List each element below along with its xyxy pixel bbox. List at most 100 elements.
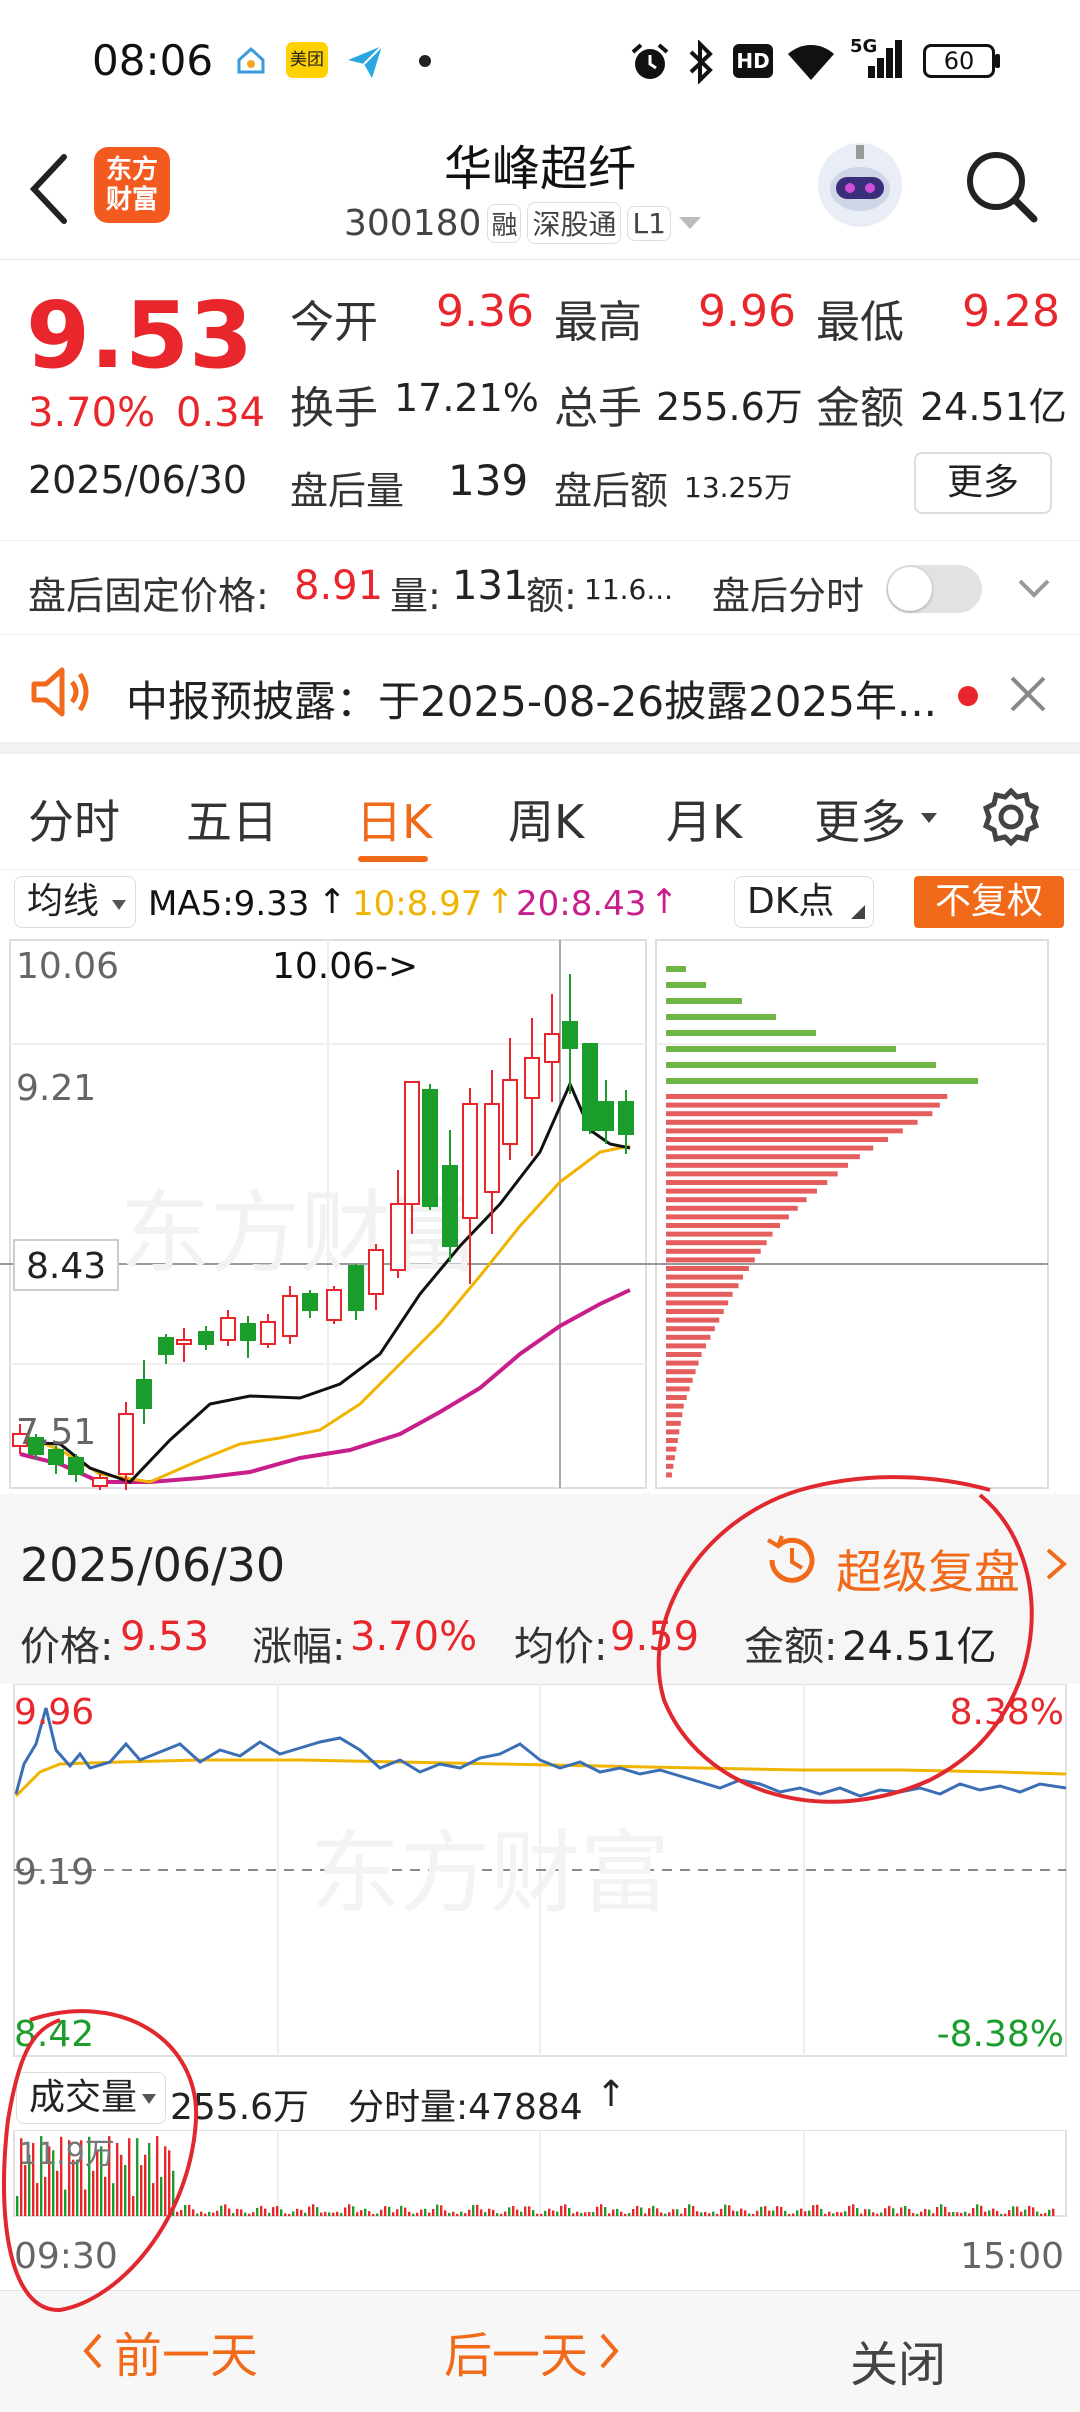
- volume-bar: [408, 2211, 411, 2216]
- volume-bar: [780, 2206, 783, 2216]
- ma-selector-label: 均线: [27, 881, 100, 922]
- up-arrow-icon: ↑: [596, 2074, 627, 2115]
- tab-monthly-k[interactable]: 月K: [666, 786, 742, 852]
- volume-bar: [932, 2213, 935, 2216]
- wifi-icon: [786, 40, 836, 84]
- after-hours-toggle[interactable]: [886, 565, 982, 613]
- gear-icon[interactable]: [980, 786, 1042, 848]
- notice-bar[interactable]: 中报预披露：于2025-08-26披露2025年...: [0, 636, 1080, 754]
- volume-profile-bar: [666, 1395, 687, 1400]
- stock-name: 华峰超纤: [443, 141, 636, 197]
- volume-bar: [104, 2176, 107, 2216]
- volume-bar: [884, 2208, 887, 2216]
- volume-bar: [1020, 2211, 1023, 2216]
- super-replay-link[interactable]: 超级复盘: [836, 1536, 1020, 1602]
- back-icon[interactable]: [24, 149, 74, 229]
- volume-bar: [760, 2206, 763, 2216]
- volume-bar: [444, 2210, 447, 2216]
- detail-avg-value: 9.59: [610, 1614, 700, 1660]
- volume-bar: [888, 2205, 891, 2216]
- volume-bar: [960, 2212, 963, 2216]
- volume-bar: [336, 2211, 339, 2216]
- volume-bar: [296, 2208, 299, 2216]
- indicator-selector[interactable]: 成交量: [16, 2072, 166, 2124]
- volume-bar: [920, 2211, 923, 2216]
- volume-bar: [844, 2211, 847, 2216]
- volume-bar: [416, 2212, 419, 2216]
- volume-bar: [180, 2210, 183, 2216]
- volume-profile-bar: [666, 1180, 828, 1185]
- volume-bar: [360, 2210, 363, 2216]
- volume-bar: [1000, 2213, 1003, 2216]
- intraday-chart[interactable]: 东方财富 9.96 9.19 8.42 8.38% -8.38%: [0, 1683, 1080, 2064]
- daily-k-chart[interactable]: 东方财富 10.06 9.21 8.43 7.51 10.06->: [0, 934, 1080, 1494]
- search-icon[interactable]: [962, 147, 1042, 227]
- tab-five-day[interactable]: 五日: [186, 786, 278, 852]
- volume-bar: [704, 2212, 707, 2216]
- volume-bar: [356, 2212, 359, 2216]
- volume-bar: [388, 2206, 391, 2216]
- volume-bar: [928, 2209, 931, 2216]
- adjust-type-button[interactable]: 不复权: [914, 876, 1064, 928]
- volume-profile-bar: [666, 1119, 918, 1125]
- volume-bar: [44, 2176, 47, 2216]
- dk-point-button[interactable]: DK点: [734, 876, 874, 928]
- volume-bar: [992, 2208, 995, 2216]
- after-amount-value: 13.25万: [684, 471, 793, 504]
- quote-date: 2025/06/30: [28, 458, 248, 502]
- meituan-app-icon: 美团: [286, 42, 328, 78]
- time-end: 15:00: [960, 2236, 1064, 2277]
- detail-amount-value: 24.51亿: [842, 1624, 997, 1670]
- volume-label: 总手: [554, 383, 642, 434]
- volume-bar: [720, 2208, 723, 2216]
- tab-intraday[interactable]: 分时: [28, 786, 120, 852]
- volume-bar: [608, 2213, 611, 2216]
- volume-bar: [460, 2211, 463, 2216]
- detail-change-value: 3.70%: [350, 1614, 478, 1660]
- tab-daily-k[interactable]: 日K: [356, 786, 432, 852]
- volume-bar: [280, 2209, 283, 2216]
- volume-bar: [1036, 2211, 1039, 2216]
- volume-bar: [404, 2207, 407, 2216]
- tab-weekly-k[interactable]: 周K: [508, 786, 584, 852]
- volume-profile-bar: [666, 1223, 780, 1228]
- volume-bar: [244, 2212, 247, 2216]
- change-percent: 3.70%: [28, 390, 156, 436]
- prev-day-button[interactable]: 前一天: [80, 2321, 258, 2384]
- after-hours-chart-label: 盘后分时: [712, 574, 865, 618]
- robot-assistant-icon[interactable]: [812, 137, 908, 233]
- volume-bar: [220, 2205, 223, 2216]
- more-button[interactable]: 更多: [914, 452, 1052, 514]
- volume-bar: [968, 2213, 971, 2216]
- close-button[interactable]: 关闭: [850, 2325, 946, 2395]
- volume-bar: [576, 2211, 579, 2216]
- volume-bar: [640, 2207, 643, 2216]
- volume-bar: [292, 2211, 295, 2216]
- close-icon[interactable]: [1008, 674, 1048, 714]
- volume-bar: [288, 2213, 291, 2216]
- volume-profile-bar: [666, 1352, 702, 1357]
- max-price-marker: 10.06->: [272, 946, 418, 987]
- volume-bar: [668, 2212, 671, 2216]
- chevron-right-icon[interactable]: [1042, 1546, 1072, 1582]
- chevron-down-icon[interactable]: [1014, 571, 1054, 607]
- after-volume-value: 139: [448, 456, 529, 505]
- volume-profile-bar: [666, 1205, 798, 1211]
- volume-bar: [532, 2210, 535, 2216]
- volume-bar: [916, 2213, 919, 2216]
- volume-bar: [156, 2136, 159, 2216]
- stock-code-row[interactable]: 300180 融 深股通 L1: [344, 199, 703, 247]
- status-time: 08:06: [92, 36, 214, 85]
- volume-bar: [508, 2207, 511, 2216]
- volume-bar: [936, 2207, 939, 2216]
- next-day-button[interactable]: 后一天: [444, 2321, 622, 2384]
- intraday-volume-chart[interactable]: 11.9万 09:30 15:00: [0, 2129, 1080, 2290]
- volume-bar: [312, 2204, 315, 2216]
- volume-bar: [944, 2206, 947, 2216]
- volume-profile-bar: [666, 1274, 743, 1280]
- tab-more[interactable]: 更多: [814, 786, 906, 852]
- ma-selector[interactable]: 均线: [14, 876, 136, 928]
- volume-bar: [632, 2208, 635, 2216]
- volume-profile-bar: [666, 1446, 677, 1452]
- price-axis-2: 9.21: [16, 1068, 96, 1109]
